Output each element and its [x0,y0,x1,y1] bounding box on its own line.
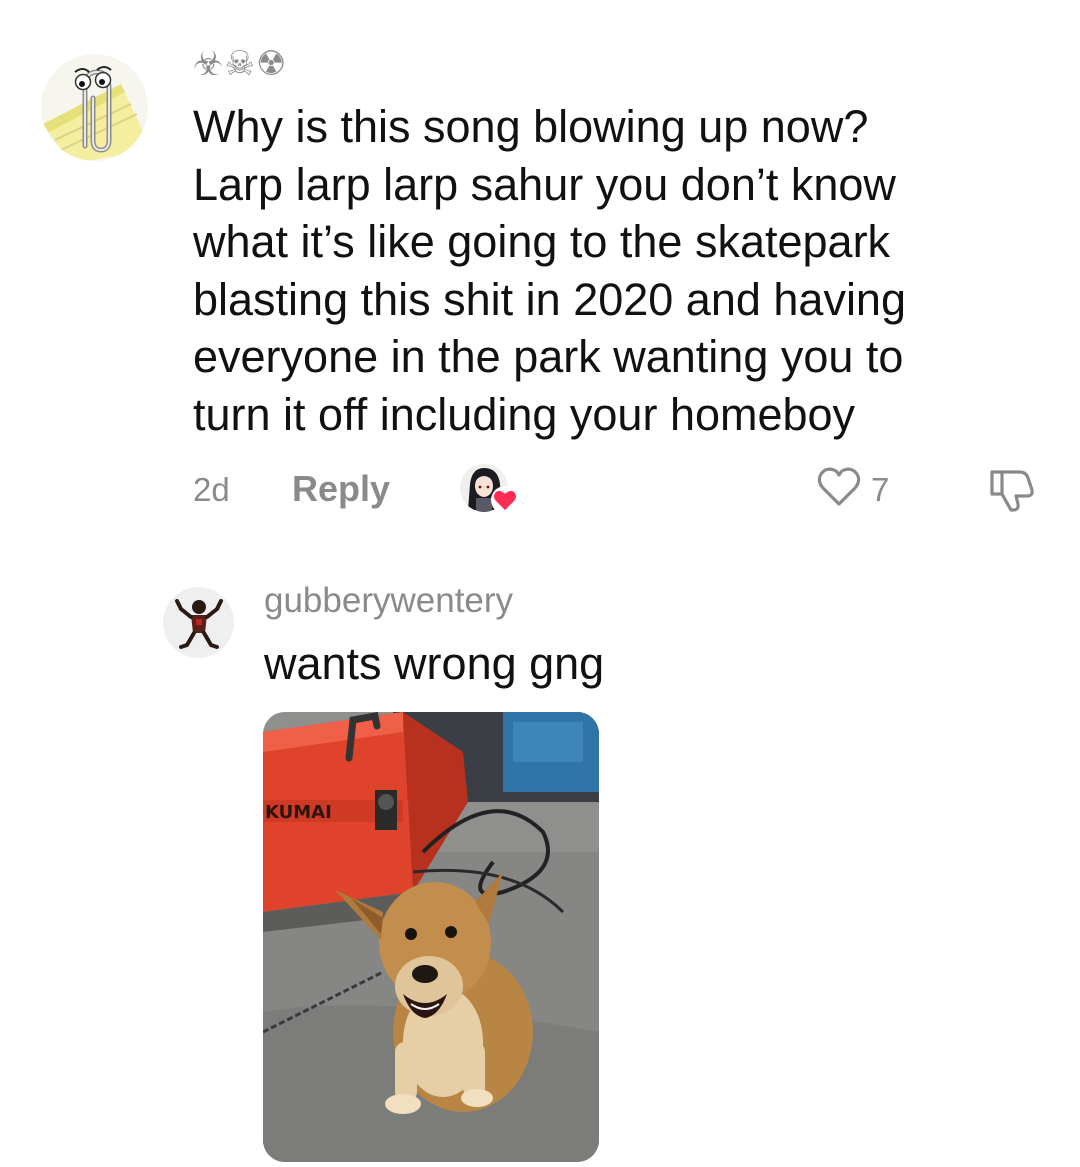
comment-username[interactable]: ☣☠☢ [193,44,287,84]
creator-avatar-with-heart-icon [460,464,519,514]
avatar[interactable] [41,54,148,161]
clippy-avatar-icon [41,54,148,161]
thumbs-down-outline-icon [990,470,1034,512]
dog-photo: KUMAI [263,712,599,1162]
reply-avatar[interactable] [163,587,234,658]
reply-button[interactable]: Reply [292,467,390,511]
like-count: 7 [871,471,890,508]
comment-actions: 2d Reply 7 [0,460,1080,520]
dislike-button[interactable] [986,464,1040,514]
dancing-figure-avatar-icon [163,587,234,658]
reply-username[interactable]: gubberywentery [264,580,513,622]
like-button[interactable]: 7 [815,464,905,514]
heart-outline-icon [817,467,861,506]
welder-brand-label: KUMAI [265,802,332,823]
reply-image-dog[interactable]: KUMAI [263,712,599,1162]
comment-text: Why is this song blowing up now? Larp la… [193,101,906,440]
comment-timestamp: 2d [193,471,230,508]
reply-text: wants wrong gng [264,638,605,689]
creator-liked-badge [460,462,520,518]
